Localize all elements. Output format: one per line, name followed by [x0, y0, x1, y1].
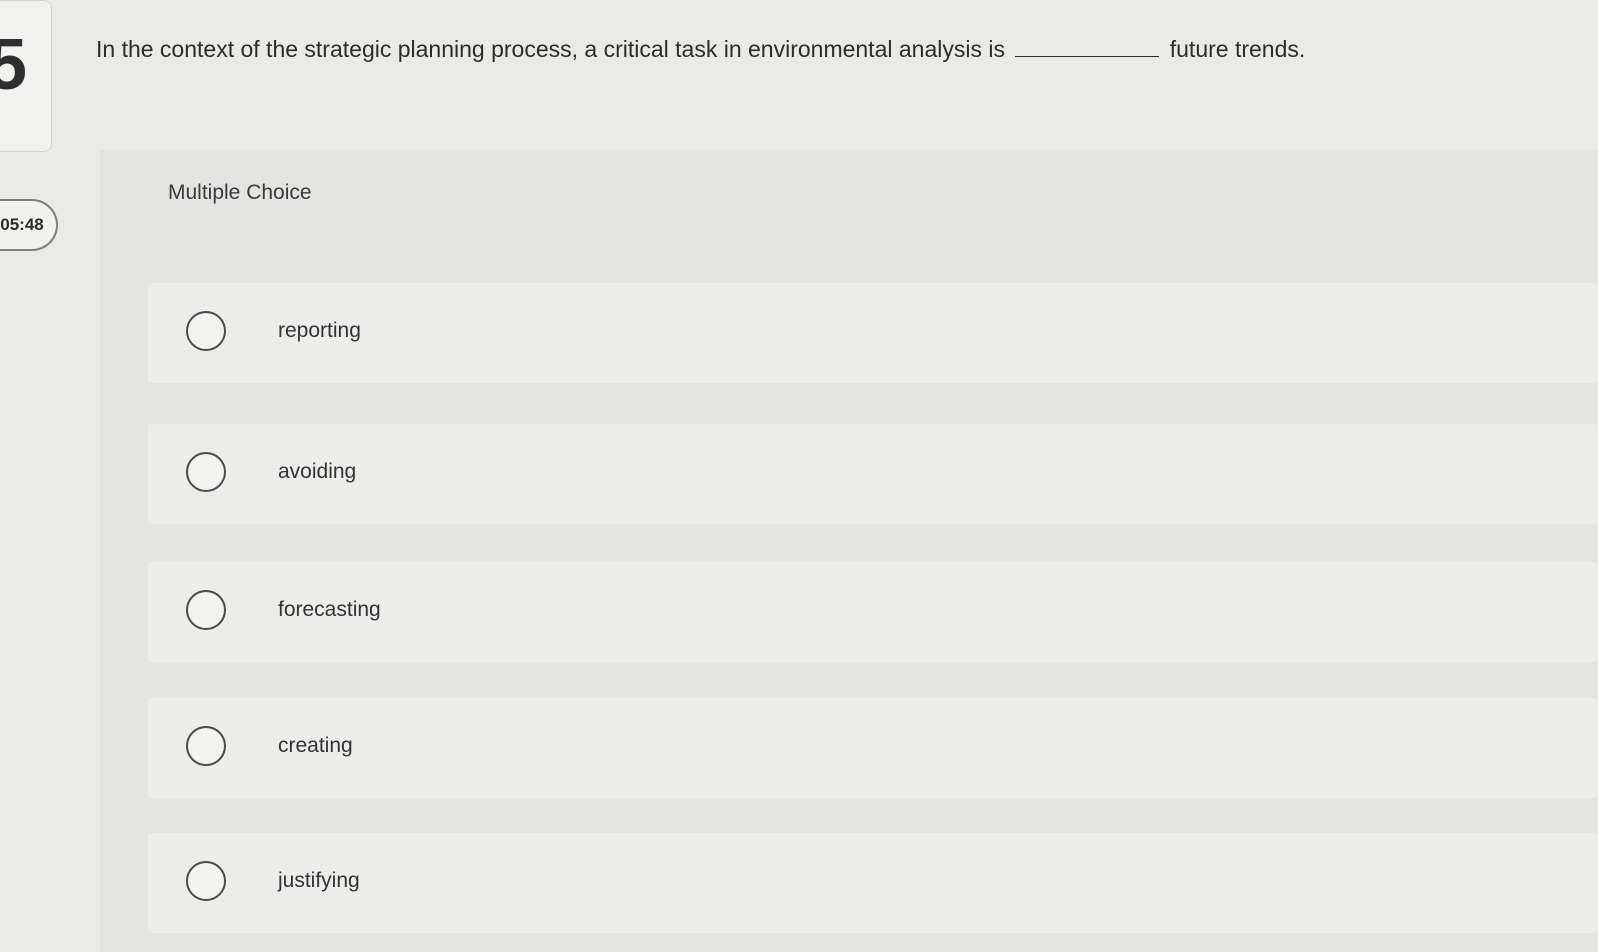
radio-button[interactable] [186, 590, 226, 630]
choice-label[interactable]: avoiding [278, 460, 356, 484]
choice-label[interactable]: reporting [278, 319, 361, 343]
choice-label[interactable]: forecasting [278, 598, 381, 622]
question-nav-card[interactable]: 5 [0, 0, 52, 152]
choice-option-justifying[interactable]: justifying [148, 833, 1598, 933]
radio-button[interactable] [186, 311, 226, 351]
question-number: 5 [0, 29, 27, 101]
choice-option-creating[interactable]: creating [148, 698, 1598, 798]
timer-text: 05:48 [0, 215, 44, 234]
radio-button[interactable] [186, 861, 226, 901]
multiple-choice-title: Multiple Choice [168, 181, 312, 204]
question-text-after: future trends. [1169, 36, 1306, 62]
radio-button[interactable] [186, 726, 226, 766]
choice-option-reporting[interactable]: reporting [148, 283, 1598, 383]
multiple-choice-panel [100, 150, 1598, 952]
answer-blank [1015, 55, 1160, 57]
question-text: In the context of the strategic planning… [96, 34, 1536, 64]
choice-option-avoiding[interactable]: avoiding [148, 424, 1598, 524]
question-text-before: In the context of the strategic planning… [96, 36, 1005, 62]
choice-label[interactable]: creating [278, 734, 353, 758]
timer-badge: 05:48 [0, 199, 58, 251]
choice-label[interactable]: justifying [278, 869, 360, 893]
choice-option-forecasting[interactable]: forecasting [148, 562, 1598, 662]
radio-button[interactable] [186, 452, 226, 492]
